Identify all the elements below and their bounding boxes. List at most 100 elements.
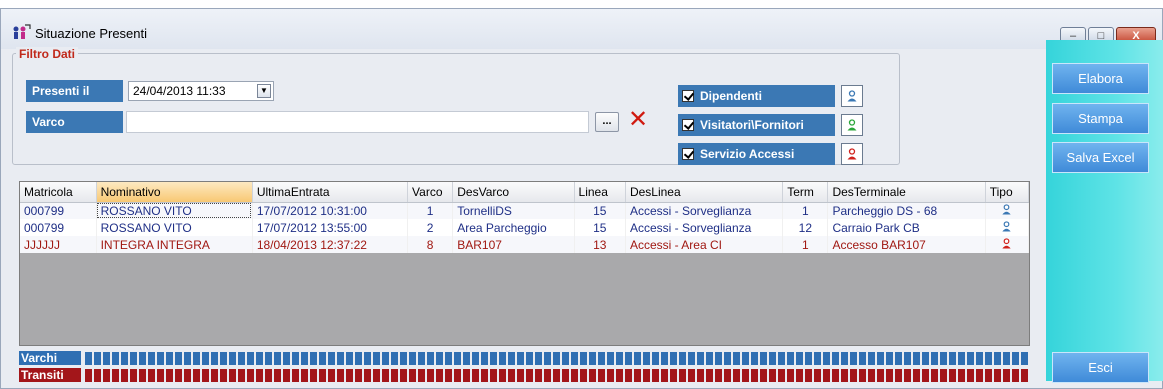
bar-segment xyxy=(922,369,929,382)
stampa-button[interactable]: Stampa xyxy=(1052,103,1149,134)
bar-segment xyxy=(877,352,884,365)
bar-segment xyxy=(400,369,407,382)
bar-segment xyxy=(1021,352,1028,365)
bar-segment xyxy=(211,352,218,365)
bar-segment xyxy=(283,352,290,365)
checkbox-dipendenti[interactable]: Dipendenti xyxy=(678,85,835,107)
bar-segment xyxy=(940,352,947,365)
bar-segment xyxy=(670,369,677,382)
bar-segment xyxy=(796,369,803,382)
bar-segment xyxy=(409,352,416,365)
cell-varco: 1 xyxy=(407,202,454,219)
bar-segment xyxy=(715,352,722,365)
bar-segment xyxy=(139,369,146,382)
bar-segment xyxy=(202,352,209,365)
table-row[interactable]: 000799 ROSSANO VITO 17/07/2012 10:31:00 1 To… xyxy=(20,202,1030,219)
bar-segment xyxy=(184,369,191,382)
bar-segment xyxy=(661,352,668,365)
bar-segment xyxy=(643,352,650,365)
bar-segment xyxy=(463,352,470,365)
checkbox-visitatori-box[interactable] xyxy=(682,119,694,131)
bar-segment xyxy=(724,369,731,382)
bar-segment xyxy=(634,352,641,365)
bar-segment xyxy=(427,369,434,382)
bar-segment xyxy=(517,352,524,365)
bar-segment xyxy=(157,369,164,382)
bar-segment xyxy=(688,369,695,382)
bar-segment xyxy=(679,369,686,382)
bar-segment xyxy=(580,369,587,382)
elabora-button[interactable]: Elabora xyxy=(1052,63,1149,94)
cell-nominativo: INTEGRA INTEGRA xyxy=(96,236,253,253)
bar-segment xyxy=(868,352,875,365)
person-icon xyxy=(847,148,857,160)
bar-segment xyxy=(733,352,740,365)
clear-varco-button[interactable]: ✕ xyxy=(625,108,651,133)
col-desterminale[interactable]: DesTerminale xyxy=(827,182,986,203)
bar-segment xyxy=(166,369,173,382)
bar-segment xyxy=(310,352,317,365)
bar-segment xyxy=(346,352,353,365)
col-deslinea[interactable]: DesLinea xyxy=(625,182,784,203)
bar-segment xyxy=(625,352,632,365)
visitatori-person-button[interactable] xyxy=(841,114,863,136)
dipendenti-person-button[interactable] xyxy=(841,85,863,107)
col-term[interactable]: Term xyxy=(782,182,829,203)
bar-segment xyxy=(238,369,245,382)
cell-deslinea: Accessi - Sorveglianza xyxy=(625,219,784,236)
checkbox-visitatori[interactable]: Visitatori\Fornitori xyxy=(678,114,835,136)
salva-excel-button[interactable]: Salva Excel xyxy=(1052,142,1149,173)
bar-segment xyxy=(769,352,776,365)
bar-segment xyxy=(220,369,227,382)
bar-segment xyxy=(886,352,893,365)
esci-button[interactable]: Esci xyxy=(1052,352,1149,383)
bar-segment xyxy=(706,369,713,382)
bar-segment xyxy=(274,369,281,382)
cell-tipo xyxy=(985,236,1030,253)
chevron-down-icon[interactable]: ▼ xyxy=(257,84,271,98)
table-row[interactable]: 000799 ROSSANO VITO 17/07/2012 13:55:00 2 Ar… xyxy=(20,219,1030,236)
bar-segment xyxy=(337,352,344,365)
checkbox-dipendenti-box[interactable] xyxy=(682,90,694,102)
bar-segment xyxy=(274,352,281,365)
checkbox-servizio-box[interactable] xyxy=(682,148,694,160)
bar-segment xyxy=(994,369,1001,382)
presenti-date-picker[interactable]: 24/04/2013 11:33 ▼ xyxy=(128,81,274,101)
bar-segment xyxy=(238,352,245,365)
cell-desterm: Accesso BAR107 xyxy=(827,236,986,253)
bar-segment xyxy=(445,369,452,382)
presenti-grid[interactable]: Matricola Nominativo UltimaEntrata Varco… xyxy=(19,181,1030,346)
bar-segment xyxy=(697,369,704,382)
browse-varco-button[interactable]: ... xyxy=(595,112,619,132)
bar-segment xyxy=(787,352,794,365)
cell-linea: 13 xyxy=(574,236,626,253)
bar-segment xyxy=(760,369,767,382)
bar-segment xyxy=(715,369,722,382)
bar-segment xyxy=(211,369,218,382)
col-desvarco[interactable]: DesVarco xyxy=(452,182,575,203)
bar-segment xyxy=(193,369,200,382)
bar-segment xyxy=(175,369,182,382)
bar-segment xyxy=(175,352,182,365)
col-tipo[interactable]: Tipo xyxy=(985,182,1030,203)
person-icon xyxy=(1002,204,1011,215)
person-icon xyxy=(1002,220,1011,232)
bar-segment xyxy=(319,352,326,365)
cell-tipo xyxy=(985,202,1030,219)
col-nominativo[interactable]: Nominativo xyxy=(96,182,253,203)
bar-segment xyxy=(697,352,704,365)
bar-segment xyxy=(481,369,488,382)
bar-segment xyxy=(112,352,119,365)
col-varco[interactable]: Varco xyxy=(407,182,454,203)
cell-desterm: Carraio Park CB xyxy=(827,219,986,236)
varco-input[interactable] xyxy=(126,111,589,133)
filter-legend: Filtro Dati xyxy=(16,47,78,61)
col-linea[interactable]: Linea xyxy=(574,182,626,203)
table-row[interactable]: JJJJJJ INTEGRA INTEGRA 18/04/2013 12:37:22… xyxy=(20,236,1030,253)
checkbox-servizio-accessi[interactable]: Servizio Accessi xyxy=(678,143,835,165)
col-ultima-entrata[interactable]: UltimaEntrata xyxy=(252,182,409,203)
bar-segment xyxy=(616,352,623,365)
servizio-person-button[interactable] xyxy=(841,143,863,165)
cell-term: 12 xyxy=(782,219,829,236)
col-matricola[interactable]: Matricola xyxy=(20,182,97,203)
